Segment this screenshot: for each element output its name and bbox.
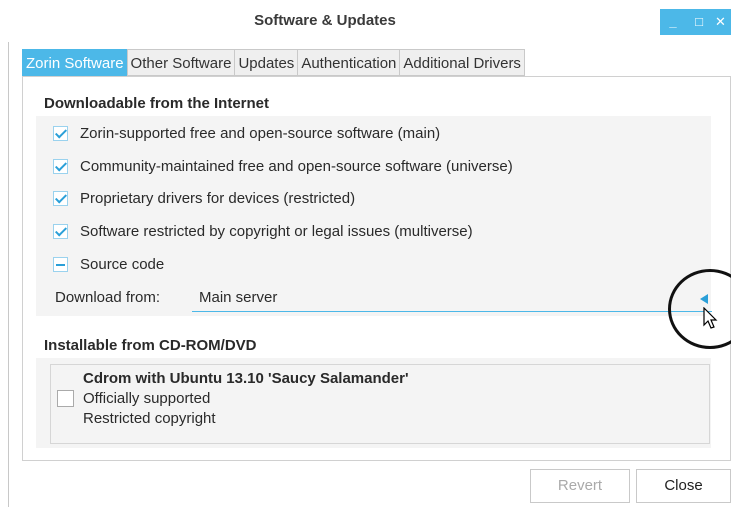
option-source-code[interactable]: Source code xyxy=(53,253,164,275)
tab-additional-drivers[interactable]: Additional Drivers xyxy=(399,49,525,76)
option-source-code-label: Source code xyxy=(80,255,165,273)
tab-updates[interactable]: Updates xyxy=(234,49,298,76)
option-main[interactable]: Zorin-supported free and open-source sof… xyxy=(53,122,440,144)
checkbox-cdrom[interactable] xyxy=(57,390,74,407)
checkbox-multiverse[interactable] xyxy=(53,223,68,239)
option-restricted-label: Proprietary drivers for devices (restric… xyxy=(80,189,356,207)
checkbox-main[interactable] xyxy=(53,125,68,141)
internet-section-heading: Downloadable from the Internet xyxy=(44,95,270,112)
close-icon[interactable]: ✕ xyxy=(712,9,731,35)
cdrom-item-title: Cdrom with Ubuntu 13.10 'Saucy Salamande… xyxy=(83,370,409,387)
tab-authentication[interactable]: Authentication xyxy=(297,49,400,76)
window-border xyxy=(8,42,9,507)
minimize-icon[interactable]: _ xyxy=(660,9,686,35)
download-from-label: Download from: xyxy=(55,289,161,306)
option-multiverse[interactable]: Software restricted by copyright or lega… xyxy=(53,220,473,242)
cdrom-item[interactable]: Cdrom with Ubuntu 13.10 'Saucy Salamande… xyxy=(83,369,409,429)
revert-button[interactable]: Revert xyxy=(530,469,630,503)
mouse-pointer-icon xyxy=(703,307,718,329)
maximize-icon[interactable]: □ xyxy=(686,9,712,35)
tab-zorin-software[interactable]: Zorin Software xyxy=(22,49,127,76)
cdrom-section-heading: Installable from CD-ROM/DVD xyxy=(44,337,257,354)
tab-other-software[interactable]: Other Software xyxy=(126,49,235,76)
checkbox-universe[interactable] xyxy=(53,158,68,174)
option-universe-label: Community-maintained free and open-sourc… xyxy=(80,157,513,175)
download-server-value: Main server xyxy=(199,289,278,306)
cdrom-item-line1: Officially supported xyxy=(83,390,211,407)
checkbox-source-code[interactable] xyxy=(53,256,68,272)
download-server-combobox[interactable]: Main server xyxy=(192,282,712,312)
option-main-label: Zorin-supported free and open-source sof… xyxy=(80,124,441,142)
cdrom-item-line2: Restricted copyright xyxy=(83,410,216,427)
close-button[interactable]: Close xyxy=(636,469,731,503)
tab-bar: Zorin Software Other Software Updates Au… xyxy=(22,49,525,76)
option-restricted[interactable]: Proprietary drivers for devices (restric… xyxy=(53,187,355,209)
checkbox-restricted[interactable] xyxy=(53,190,68,206)
window-title: Software & Updates xyxy=(254,12,396,29)
option-universe[interactable]: Community-maintained free and open-sourc… xyxy=(53,155,513,177)
option-multiverse-label: Software restricted by copyright or lega… xyxy=(80,222,473,240)
title-bar: Software & Updates _ □ ✕ xyxy=(0,0,731,42)
